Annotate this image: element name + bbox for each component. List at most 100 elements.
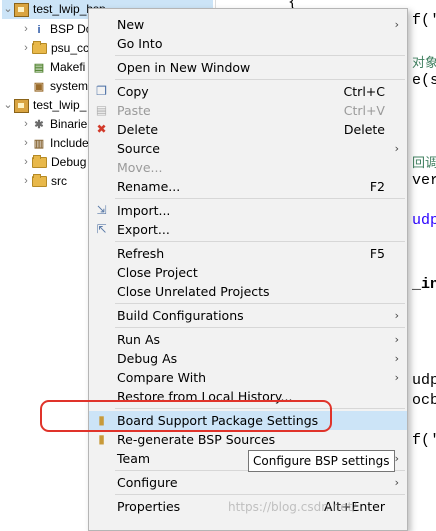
highlight-callout-ring <box>40 400 332 432</box>
menu-item-label: Team <box>117 451 151 466</box>
menu-item-new[interactable]: New › <box>89 15 407 34</box>
menu-separator <box>115 241 405 242</box>
menu-item-copy[interactable]: ❐ Copy Ctrl+C <box>89 82 407 101</box>
menu-item-rename[interactable]: Rename... F2 <box>89 177 407 196</box>
menu-item-label: Go Into <box>117 36 163 51</box>
code-line: 回调 <box>412 156 436 171</box>
code-line: e(s <box>412 72 436 89</box>
menu-item-configure[interactable]: Configure › <box>89 473 407 492</box>
submenu-arrow-icon: › <box>394 476 399 489</box>
tree-item-label: src <box>51 174 67 188</box>
chevron-right-icon[interactable]: › <box>20 39 32 58</box>
submenu-arrow-icon: › <box>394 452 399 465</box>
menu-item-run-as[interactable]: Run As › <box>89 330 407 349</box>
menu-item-label: New <box>117 17 145 32</box>
chevron-right-icon[interactable]: › <box>20 172 32 191</box>
menu-item-label: Move... <box>117 160 163 175</box>
paste-icon: ▤ <box>95 103 108 117</box>
menu-item-go-into[interactable]: Go Into <box>89 34 407 53</box>
menu-item-label: Properties <box>117 499 181 514</box>
menu-item-shortcut: F5 <box>369 246 385 261</box>
tree-item-label: Binarie <box>50 117 88 131</box>
code-line: _in <box>412 276 436 293</box>
watermark: https://blog.csdn.net/... <box>228 500 368 514</box>
menu-item-label: Paste <box>117 103 151 118</box>
menu-item-open-in-new-window[interactable]: Open in New Window <box>89 58 407 77</box>
tree-item-label: Makefi <box>50 60 86 74</box>
menu-item-label: Configure <box>117 475 178 490</box>
chevron-right-icon[interactable]: › <box>20 20 32 39</box>
code-line: f(' <box>412 12 436 29</box>
menu-item-label: Refresh <box>117 246 165 261</box>
chevron-right-icon[interactable]: › <box>20 153 32 172</box>
copy-icon: ❐ <box>96 84 107 98</box>
menu-item-move: Move... <box>89 158 407 177</box>
chevron-right-icon[interactable]: › <box>20 115 32 134</box>
submenu-arrow-icon: › <box>394 309 399 322</box>
chevron-right-icon[interactable]: › <box>20 134 32 153</box>
menu-item-shortcut: Delete <box>343 122 385 137</box>
menu-separator <box>115 198 405 199</box>
bsp-regenerate-icon: ▮ <box>98 432 105 446</box>
submenu-arrow-icon: › <box>394 142 399 155</box>
source-folder-icon <box>32 174 47 187</box>
menu-separator <box>115 55 405 56</box>
menu-separator <box>115 79 405 80</box>
menu-separator <box>115 303 405 304</box>
code-line: udp <box>412 212 436 229</box>
submenu-arrow-icon: › <box>394 18 399 31</box>
menu-item-label: Rename... <box>117 179 181 194</box>
menu-item-shortcut: F2 <box>369 179 385 194</box>
includes-icon: ▥ <box>33 137 45 150</box>
menu-item-delete[interactable]: ✖ Delete Delete <box>89 120 407 139</box>
menu-item-import[interactable]: ⇲ Import... <box>89 201 407 220</box>
tree-item-label: Include <box>50 136 89 150</box>
code-line: 对象 <box>412 56 436 71</box>
menu-item-compare-with[interactable]: Compare With › <box>89 368 407 387</box>
menu-item-debug-as[interactable]: Debug As › <box>89 349 407 368</box>
import-icon: ⇲ <box>96 203 107 217</box>
menu-item-label: Source <box>117 141 160 156</box>
tree-item-label: BSP Do <box>50 22 93 36</box>
menu-item-refresh[interactable]: Refresh F5 <box>89 244 407 263</box>
chevron-down-icon[interactable]: ⌄ <box>2 0 14 19</box>
system-file-icon: ▣ <box>33 80 45 93</box>
c-project-icon <box>14 98 29 113</box>
menu-item-shortcut: Ctrl+C <box>343 84 385 99</box>
info-icon: i <box>37 23 41 36</box>
menu-item-shortcut: Ctrl+V <box>343 103 385 118</box>
menu-item-label: Open in New Window <box>117 60 251 75</box>
menu-item-close-unrelated-projects[interactable]: Close Unrelated Projects <box>89 282 407 301</box>
makefile-icon: ▤ <box>33 61 45 74</box>
tooltip: Configure BSP settings <box>248 450 395 472</box>
delete-icon: ✖ <box>96 122 107 136</box>
chevron-down-icon[interactable]: ⌄ <box>2 96 14 115</box>
binaries-icon: ✱ <box>34 118 44 131</box>
code-line: ocb) <box>412 392 436 409</box>
menu-item-re-generate-bsp-sources[interactable]: ▮ Re-generate BSP Sources <box>89 430 407 449</box>
folder-icon <box>32 155 47 168</box>
menu-item-label: Compare With <box>117 370 207 385</box>
export-icon: ⇱ <box>96 222 107 236</box>
menu-item-label: Re-generate BSP Sources <box>117 432 276 447</box>
menu-item-label: Debug As <box>117 351 178 366</box>
menu-separator <box>115 327 405 328</box>
tree-item-label: psu_cc <box>51 41 90 55</box>
menu-item-source[interactable]: Source › <box>89 139 407 158</box>
code-line: ver_ <box>412 172 436 189</box>
menu-item-export[interactable]: ⇱ Export... <box>89 220 407 239</box>
menu-item-build-configurations[interactable]: Build Configurations › <box>89 306 407 325</box>
menu-item-paste: ▤ Paste Ctrl+V <box>89 101 407 120</box>
menu-item-label: Run As <box>117 332 161 347</box>
menu-item-label: Build Configurations <box>117 308 244 323</box>
submenu-arrow-icon: › <box>394 352 399 365</box>
code-line: udp <box>412 372 436 389</box>
code-line: f(' <box>412 432 436 449</box>
menu-item-label: Delete <box>117 122 159 137</box>
project-icon <box>14 2 29 17</box>
tree-item-label: test_lwip_ <box>33 98 87 112</box>
menu-item-label: Export... <box>117 222 170 237</box>
menu-item-label: Close Unrelated Projects <box>117 284 270 299</box>
submenu-arrow-icon: › <box>394 371 399 384</box>
menu-item-close-project[interactable]: Close Project <box>89 263 407 282</box>
